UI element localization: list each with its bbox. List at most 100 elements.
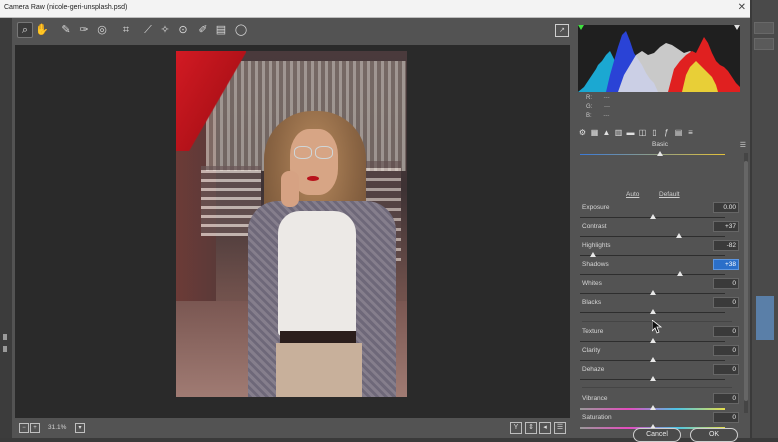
slider-vibrance[interactable]: Vibrance 0 [580,393,740,413]
slider-value-input[interactable]: 0 [713,364,739,375]
effects-tab-icon[interactable]: ▯ [650,128,659,138]
slider-value-input[interactable]: 0.00 [713,202,739,213]
slider-value-input[interactable]: 0 [713,345,739,356]
adjustment-brush-icon[interactable]: ✐ [196,23,210,37]
slider-value-input[interactable]: +38 [713,259,739,270]
swap-settings-icon[interactable]: ⇕ [525,422,537,434]
hsl-tab-icon[interactable]: ▥ [614,128,623,138]
basic-tab-icon[interactable]: ⚙ [578,128,587,138]
view-options-icon[interactable]: ☰ [554,422,566,434]
basic-sliders: Auto Default Exposure 0.00 Contrast +37 … [576,151,742,438]
slider-thumb[interactable] [649,309,656,314]
fx-tab-icon[interactable]: ƒ [662,128,671,138]
cancel-button[interactable]: Cancel [633,428,681,442]
crop-tool-icon[interactable]: ⌗ [119,23,133,37]
panel-scrollbar[interactable] [744,153,748,413]
slider-thumb[interactable] [649,290,656,295]
zoom-level: 31.1% [48,424,67,431]
slider-thumb[interactable] [677,271,684,276]
slider-clarity[interactable]: Clarity 0 [580,345,740,365]
color-sampler-tool-icon[interactable]: ✑ [77,23,91,37]
zoom-in-button[interactable]: + [30,423,40,433]
slider-thumb[interactable] [649,338,656,343]
background-app-strip [752,0,778,438]
before-after-icon[interactable]: Y [510,422,522,434]
slider-thumb[interactable] [676,233,683,238]
scrollbar-thumb[interactable] [744,161,748,401]
straighten-tool-icon[interactable]: ⟋ [141,23,155,37]
slider-highlights[interactable]: Highlights -82 [580,240,740,260]
detail-tab-icon[interactable]: ▲ [602,128,611,138]
red-eye-tool-icon[interactable]: ⊙ [176,23,190,37]
zoom-out-button[interactable]: − [19,423,29,433]
tool-bar: ⌕ ✋ ✎ ✑ ◎ ⌗ ⟋ ✧ ⊙ ✐ ▤ ◯ [12,18,572,42]
slider-dehaze[interactable]: Dehaze 0 [580,364,740,384]
mouse-cursor-icon [652,320,662,334]
slider-label: Exposure [582,204,610,211]
slider-thumb[interactable] [649,405,656,410]
slider-value-input[interactable]: 0 [713,412,739,423]
hand-tool-icon[interactable]: ✋ [35,23,49,37]
graduated-filter-icon[interactable]: ▤ [214,23,228,37]
radial-filter-icon[interactable]: ◯ [234,23,248,37]
tone-curve-tab-icon[interactable]: ▦ [590,128,599,138]
strip-tab [754,38,774,50]
image-canvas[interactable] [15,45,570,418]
zoom-dropdown-icon[interactable]: ▾ [75,423,85,433]
slider-value-input[interactable]: 0 [713,297,739,308]
slider-value-input[interactable]: 0 [713,278,739,289]
auto-link[interactable]: Auto [626,191,639,198]
slider-value-input[interactable]: 0 [713,393,739,404]
slider-label: Shadows [582,261,609,268]
slider-thumb[interactable] [649,214,656,219]
white-balance-tool-icon[interactable]: ✎ [59,23,73,37]
slider-track[interactable] [580,236,725,237]
strip-tab [754,22,774,34]
slider-whites[interactable]: Whites 0 [580,278,740,298]
slider-value-input[interactable]: -82 [713,240,739,251]
slider-label: Contrast [582,223,607,230]
zoom-tool-icon[interactable]: ⌕ [17,22,33,38]
slider-value-input[interactable]: +37 [713,221,739,232]
lens-tab-icon[interactable]: ◫ [638,128,647,138]
tint-thumb[interactable] [657,151,663,156]
panel-menu-icon[interactable]: ☰ [740,141,746,149]
open-preferences-icon[interactable]: ↗ [555,24,569,37]
slider-value-input[interactable]: 0 [713,326,739,337]
ok-button[interactable]: OK [690,428,738,442]
tint-slider-partial[interactable] [580,141,740,159]
spot-removal-tool-icon[interactable]: ✧ [158,23,172,37]
slider-thumb[interactable] [590,252,597,257]
histogram [578,25,740,92]
slider-shadows[interactable]: Shadows +38 [580,259,740,279]
r-value: --- [603,95,610,101]
default-link[interactable]: Default [659,191,680,198]
histogram-graph [578,25,740,92]
status-bar: − + 31.1% ▾ Y ⇕ ◂ ☰ [15,420,570,436]
auto-default-links: Auto Default [576,191,736,201]
slider-track[interactable] [580,274,725,275]
slider-label: Texture [582,328,604,335]
calibration-tab-icon[interactable]: ▤ [674,128,683,138]
slider-label: Vibrance [582,395,608,402]
slider-label: Highlights [582,242,611,249]
slider-thumb[interactable] [649,357,656,362]
split-toning-tab-icon[interactable]: ▬ [626,128,635,138]
edge-marker [3,346,7,352]
presets-tab-icon[interactable]: ≡ [686,128,695,138]
slider-track[interactable] [580,255,725,256]
targeted-adjustment-tool-icon[interactable]: ◎ [95,23,109,37]
strip-highlight [756,296,774,340]
g-value: --- [604,104,611,110]
slider-label: Saturation [582,414,612,421]
tint-track[interactable] [580,154,725,155]
slider-label: Clarity [582,347,601,354]
slider-thumb[interactable] [649,376,656,381]
slider-contrast[interactable]: Contrast +37 [580,221,740,241]
b-value: --- [603,113,610,119]
close-icon[interactable]: ✕ [738,2,746,13]
copy-settings-icon[interactable]: ◂ [539,422,551,434]
slider-exposure[interactable]: Exposure 0.00 [580,202,740,222]
title-bar: Camera Raw (nicole-geri-unsplash.psd) ✕ [0,0,750,18]
slider-blacks[interactable]: Blacks 0 [580,297,740,317]
